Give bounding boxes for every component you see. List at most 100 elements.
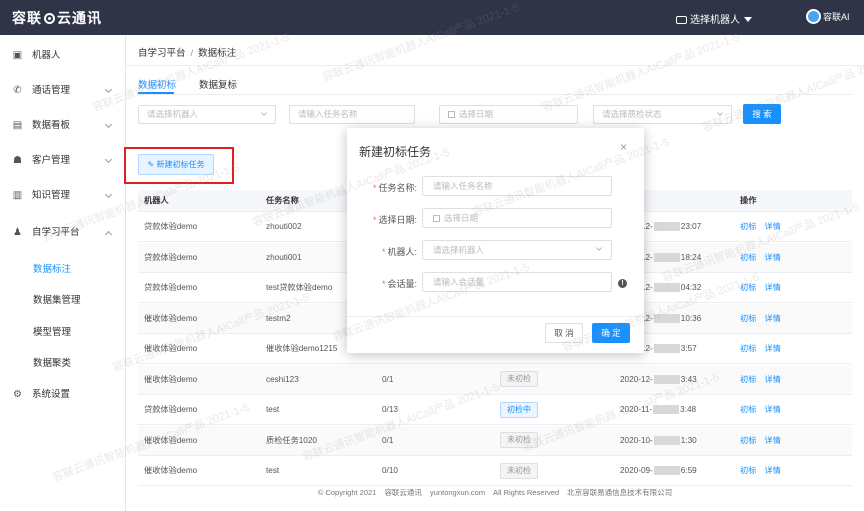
date-filter-placeholder: 选择日期 [459, 109, 494, 119]
logo-text-post: 云通讯 [57, 10, 102, 26]
tab-review-annotation[interactable]: 数据复标 [199, 77, 237, 91]
task-name-input[interactable]: 请输入任务名称 [422, 176, 612, 196]
cell-progress: 0/1 [382, 374, 394, 384]
annotate-link[interactable]: 初标 [740, 344, 756, 353]
sidebar-item-self-learning[interactable]: ♟ 自学习平台 [0, 223, 126, 243]
status-filter-placeholder: 请选择质检状态 [602, 109, 662, 119]
date-picker[interactable]: 选择日期 [422, 208, 612, 228]
redaction-mask [653, 405, 680, 415]
time-clock: 04:32 [680, 283, 702, 292]
annotate-link[interactable]: 初标 [740, 436, 756, 445]
task-name-filter-placeholder: 请输入任务名称 [298, 109, 358, 119]
redaction-mask [653, 435, 680, 445]
annotate-link[interactable]: 初标 [740, 222, 756, 231]
column-header-task-name: 任务名称 [266, 196, 299, 205]
cell-task-name: 质检任务1020 [266, 435, 317, 445]
task-name-filter-input[interactable]: 请输入任务名称 [289, 105, 415, 124]
annotate-link[interactable]: 初标 [740, 405, 756, 414]
robot-selector[interactable]: 选择机器人 [676, 11, 752, 26]
required-mark: * [381, 247, 386, 257]
time-clock: 3:48 [680, 405, 697, 414]
sidebar-item-customer-management[interactable]: ☗ 客户管理 [0, 151, 126, 171]
field-label-text: 机器人: [387, 247, 417, 257]
breadcrumb-current: 数据标注 [198, 48, 237, 59]
detail-link[interactable]: 详情 [764, 466, 780, 475]
robot-select[interactable]: 请选择机器人 [422, 240, 612, 260]
session-count-input[interactable]: 请输入会话量 [422, 272, 612, 292]
sidebar-item-knowledge-management[interactable]: ▥ 知识管理 [0, 186, 126, 206]
footer-brand: 容联云通讯 [384, 488, 422, 497]
chevron-up-icon [104, 230, 113, 239]
top-bar: 容联 云通讯 选择机器人 容联AI [0, 0, 864, 35]
required-mark: * [372, 183, 377, 193]
sidebar-item-label: 客户管理 [32, 155, 71, 166]
footer-rights: All Rights Reserved [493, 488, 560, 497]
info-icon[interactable]: ! [618, 279, 627, 288]
sidebar-subitem-data-annotation[interactable]: 数据标注 [33, 261, 71, 275]
time-clock: 3:43 [680, 374, 697, 384]
cell-time: 2020-09- 6:59 [620, 456, 697, 486]
dashboard-icon: ▤ [12, 120, 23, 131]
divider [126, 65, 864, 66]
cell-time: 2020-10- 1:30 [620, 426, 697, 456]
chevron-down-icon [261, 110, 267, 116]
cell-actions: 初标 详情 [740, 395, 789, 425]
sidebar-item-label: 系统设置 [32, 389, 71, 400]
close-icon[interactable]: × [620, 140, 627, 154]
date-filter-picker[interactable]: 选择日期 [439, 105, 578, 124]
detail-link[interactable]: 详情 [764, 405, 780, 414]
confirm-button[interactable]: 确 定 [592, 323, 630, 343]
sidebar-subitem-model-management[interactable]: 模型管理 [33, 324, 71, 338]
phone-icon: ✆ [13, 85, 22, 96]
redaction-mask [653, 374, 680, 384]
detail-link[interactable]: 详情 [764, 375, 780, 384]
detail-link[interactable]: 详情 [764, 283, 780, 292]
cell-status: 未初检 [500, 456, 538, 486]
detail-link[interactable]: 详情 [764, 253, 780, 262]
new-task-button[interactable]: ✎ 新建初标任务 [138, 154, 214, 175]
detail-link[interactable]: 详情 [764, 314, 780, 323]
detail-link[interactable]: 详情 [764, 222, 780, 231]
detail-link[interactable]: 详情 [764, 436, 780, 445]
redaction-mask [653, 283, 680, 293]
time-clock: 10:36 [680, 313, 702, 323]
annotate-link[interactable]: 初标 [740, 314, 756, 323]
cell-actions: 初标 详情 [740, 365, 789, 395]
cell-actions: 初标 详情 [740, 304, 789, 334]
sidebar-item-label: 知识管理 [32, 190, 71, 201]
chevron-down-icon [104, 155, 113, 164]
annotate-link[interactable]: 初标 [740, 283, 756, 292]
chevron-down-icon [104, 120, 113, 129]
calendar-icon [433, 215, 440, 222]
sidebar-item-robot[interactable]: ▣ 机器人 [0, 46, 126, 66]
sidebar-item-system-settings[interactable]: ⚙ 系统设置 [0, 385, 126, 405]
cell-task-name: ceshi123 [266, 374, 299, 384]
robot-filter-select[interactable]: 请选择机器人 [138, 105, 276, 124]
sidebar-subitem-data-clustering[interactable]: 数据聚类 [33, 355, 71, 369]
user-menu[interactable]: 容联AI [806, 9, 850, 24]
status-filter-select[interactable]: 请选择质检状态 [593, 105, 732, 124]
cell-robot: 贷款体验demo [144, 222, 198, 231]
annotate-link[interactable]: 初标 [740, 375, 756, 384]
cell-status: 初检中 [500, 395, 538, 425]
sidebar-item-dashboard[interactable]: ▤ 数据看板 [0, 116, 126, 136]
robot-filter-placeholder: 请选择机器人 [147, 109, 199, 119]
annotate-link[interactable]: 初标 [740, 466, 756, 475]
search-button[interactable]: 搜 索 [743, 104, 781, 124]
annotate-link[interactable]: 初标 [740, 253, 756, 262]
detail-link[interactable]: 详情 [764, 344, 780, 353]
footer: © Copyright 2021 容联云通讯 yuntongxun.com Al… [126, 487, 864, 498]
tab-initial-annotation[interactable]: 数据初标 [138, 77, 176, 91]
app-logo[interactable]: 容联 云通讯 [12, 8, 102, 28]
field-label-text: 会话量: [387, 279, 417, 289]
sidebar-subitem-dataset-management[interactable]: 数据集管理 [33, 292, 81, 306]
status-badge: 未初检 [500, 432, 538, 449]
breadcrumb-root[interactable]: 自学习平台 [138, 48, 186, 59]
time-date: 2020-12- [620, 374, 653, 384]
cell-actions: 初标 详情 [740, 456, 789, 486]
cell-task-name: zhouti002 [266, 222, 302, 231]
cancel-button[interactable]: 取 消 [545, 323, 583, 343]
dialog-title: 新建初标任务 [359, 145, 432, 159]
sidebar-item-call-management[interactable]: ✆ 通话管理 [0, 81, 126, 101]
cell-robot: 贷款体验demo [144, 252, 198, 262]
